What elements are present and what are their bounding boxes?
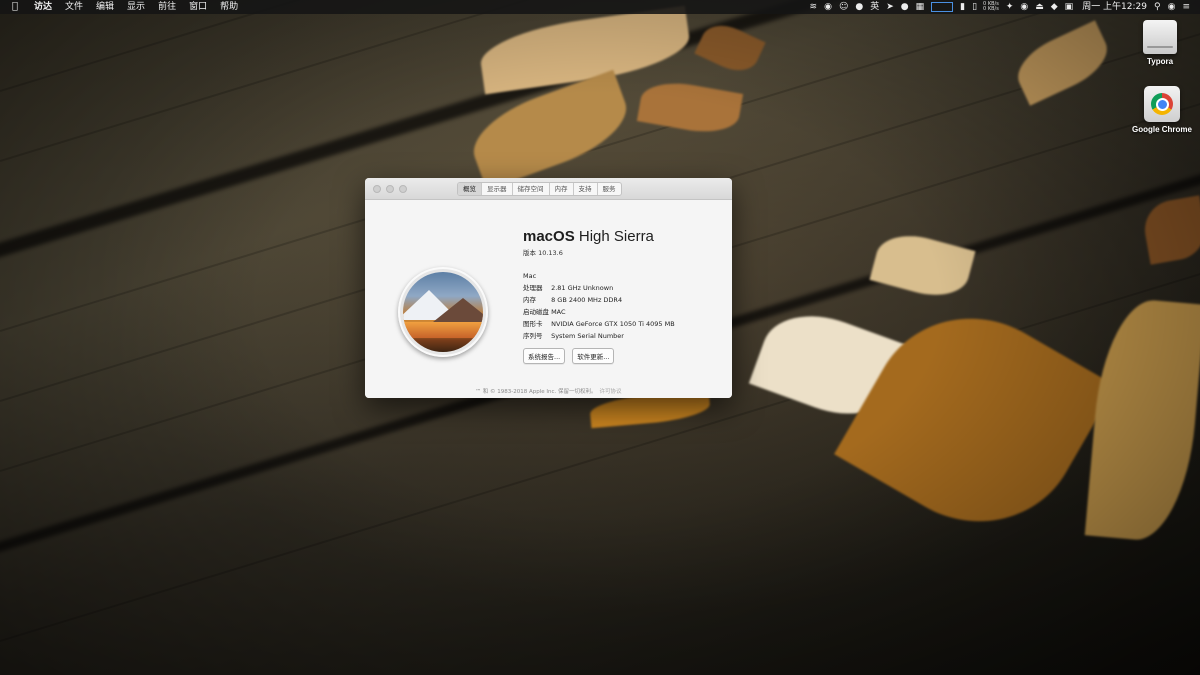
network-monitor-graph[interactable] xyxy=(931,2,954,12)
spec-value: MAC xyxy=(551,308,566,316)
spec-serial-number: 序列号 System Serial Number xyxy=(523,330,675,342)
spec-label: 处理器 xyxy=(523,284,543,292)
close-button[interactable] xyxy=(373,185,381,193)
spec-label: 内存 xyxy=(523,296,536,304)
tab-displays[interactable]: 显示器 xyxy=(482,183,513,195)
siri-icon[interactable]: ◉ xyxy=(1168,0,1176,14)
wechat-icon[interactable]: ◉ xyxy=(824,0,832,14)
desktop-icon-label: Google Chrome xyxy=(1131,125,1192,134)
tab-overview[interactable]: 概览 xyxy=(458,183,482,195)
system-report-button[interactable]: 系统报告... xyxy=(523,348,566,364)
tab-service[interactable]: 服务 xyxy=(598,183,621,195)
desktop-icon-typora[interactable]: Typora xyxy=(1120,20,1200,66)
spec-processor: 处理器 2.81 GHz Unknown xyxy=(523,282,675,294)
zoom-button[interactable] xyxy=(399,185,407,193)
spotlight-search-icon[interactable]: ⚲ xyxy=(1154,0,1161,14)
sogou-icon[interactable]: ▣ xyxy=(1065,0,1074,14)
tab-support[interactable]: 支持 xyxy=(574,183,598,195)
mac-model: Mac xyxy=(523,272,537,280)
spec-value: NVIDIA GeForce GTX 1050 Ti 4095 MB xyxy=(551,320,675,328)
tab-memory[interactable]: 内存 xyxy=(550,183,574,195)
window-titlebar[interactable]: 概览 显示器 储存空间 内存 支持 服务 xyxy=(365,178,732,200)
dropbox-icon[interactable]: ◆ xyxy=(1051,0,1058,14)
desktop-icon-label: Typora xyxy=(1146,57,1174,66)
os-version: 版本 10.13.6 xyxy=(523,249,563,257)
macos-high-sierra-logo xyxy=(398,267,488,357)
weibo-icon[interactable]: ● xyxy=(901,0,909,14)
copyright-text: ™ 和 © 1983-2018 Apple Inc. 保留一切权利。 xyxy=(475,389,597,395)
wifi-icon[interactable]: ≋ xyxy=(810,0,818,14)
spec-label: 序列号 xyxy=(523,332,543,340)
spec-value: 2.81 GHz Unknown xyxy=(551,284,614,292)
location-arrow-icon[interactable]: ➤ xyxy=(886,0,894,14)
tab-bar: 概览 显示器 储存空间 内存 支持 服务 xyxy=(457,182,622,196)
menu-view[interactable]: 显示 xyxy=(127,0,145,14)
os-name-light: High Sierra xyxy=(578,228,654,245)
spec-startup-disk: 启动磁盘 MAC xyxy=(523,306,675,318)
eject-icon[interactable]: ⏏ xyxy=(1035,0,1044,14)
drive-icon xyxy=(1143,20,1177,54)
os-title: macOS High Sierra xyxy=(523,228,675,246)
spec-memory: 内存 8 GB 2400 MHz DDR4 xyxy=(523,294,675,306)
battery-icon[interactable]: ▮ xyxy=(960,0,965,14)
input-method-indicator[interactable]: 英 xyxy=(870,0,879,14)
qq-icon[interactable]: ☺ xyxy=(839,0,848,14)
nvidia-icon[interactable]: ◉ xyxy=(1020,0,1028,14)
minimize-button[interactable] xyxy=(386,185,394,193)
copyright-footer: ™ 和 © 1983-2018 Apple Inc. 保留一切权利。 许可协议 xyxy=(365,387,732,395)
menu-clock[interactable]: 周一 上午12:29 xyxy=(1082,0,1147,14)
phone-icon[interactable]: ▯ xyxy=(972,0,977,14)
grid-icon[interactable]: ▦ xyxy=(916,0,925,14)
menu-go[interactable]: 前往 xyxy=(158,0,176,14)
menu-file[interactable]: 文件 xyxy=(65,0,83,14)
spec-value: 8 GB 2400 MHz DDR4 xyxy=(551,296,623,304)
menu-help[interactable]: 帮助 xyxy=(220,0,238,14)
menu-edit[interactable]: 编辑 xyxy=(96,0,114,14)
desktop-icon-google-chrome[interactable]: Google Chrome xyxy=(1122,86,1200,134)
notification-center-icon[interactable]: ≡ xyxy=(1182,0,1190,14)
network-speed[interactable]: 0 KB/s 0 KB/s xyxy=(983,2,999,12)
chrome-icon xyxy=(1144,86,1180,122)
menu-finder[interactable]: 访达 xyxy=(34,0,52,14)
apple-icon[interactable]:  xyxy=(12,0,22,14)
license-agreement-link[interactable]: 许可协议 xyxy=(600,389,622,395)
net-download-speed: 0 KB/s xyxy=(983,6,999,12)
spec-value: System Serial Number xyxy=(551,332,624,340)
menu-bar:  访达 文件 编辑 显示 前往 窗口 帮助 ≋ ◉ ☺ ● 英 ➤ ● ▦ ▮… xyxy=(0,0,1200,14)
os-name-bold: macOS xyxy=(523,228,575,245)
overview-panel: macOS High Sierra 版本 10.13.6 Mac 处理器 2.8… xyxy=(365,200,732,398)
spec-graphics: 图形卡 NVIDIA GeForce GTX 1050 Ti 4095 MB xyxy=(523,318,675,330)
microphone-icon[interactable]: ● xyxy=(855,0,863,14)
spec-label: 图形卡 xyxy=(523,320,543,328)
software-update-button[interactable]: 软件更新... xyxy=(572,348,615,364)
bird-icon[interactable]: ✦ xyxy=(1006,0,1014,14)
menu-window[interactable]: 窗口 xyxy=(189,0,207,14)
about-this-mac-window: 概览 显示器 储存空间 内存 支持 服务 macOS High Sierra 版… xyxy=(365,178,732,398)
spec-label: 启动磁盘 xyxy=(523,308,549,316)
tab-storage[interactable]: 储存空间 xyxy=(513,183,550,195)
